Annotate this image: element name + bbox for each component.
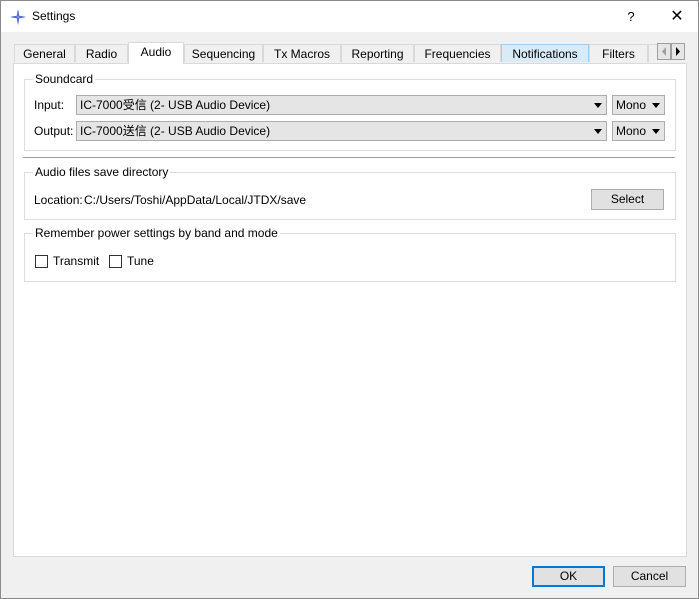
input-channel-select[interactable]: Mono <box>612 95 665 115</box>
help-button[interactable]: ? <box>618 1 644 32</box>
tab-audio[interactable]: Audio <box>128 42 184 64</box>
chevron-down-icon <box>652 103 660 108</box>
input-device-select[interactable]: IC-7000受信 (2- USB Audio Device) <box>76 95 607 115</box>
soundcard-group-title: Soundcard <box>33 72 96 86</box>
output-channel-select[interactable]: Mono <box>612 121 665 141</box>
app-icon <box>10 9 26 25</box>
input-device-value: IC-7000受信 (2- USB Audio Device) <box>80 98 271 112</box>
tab-bar: General Radio Audio Sequencing Tx Macros… <box>14 42 690 64</box>
tab-radio[interactable]: Radio <box>75 44 128 62</box>
transmit-label: Transmit <box>53 254 100 268</box>
location-value: C:/Users/Toshi/AppData/Local/JTDX/save <box>84 193 307 207</box>
save-directory-group-title: Audio files save directory <box>33 165 171 179</box>
tab-scroll-right-button[interactable] <box>671 43 685 60</box>
chevron-right-icon <box>676 47 680 56</box>
divider <box>23 157 675 159</box>
tab-notifications[interactable]: Notifications <box>501 44 589 62</box>
output-device-value: IC-7000送信 (2- USB Audio Device) <box>80 124 271 138</box>
tab-reporting[interactable]: Reporting <box>341 44 414 62</box>
chevron-left-icon <box>662 47 666 56</box>
title-bar: Settings ? ✕ <box>1 1 698 32</box>
transmit-checkbox[interactable] <box>35 255 48 268</box>
window-title: Settings <box>32 9 76 23</box>
location-label: Location: <box>34 193 83 207</box>
select-directory-button[interactable]: Select <box>591 189 664 210</box>
power-settings-group-title: Remember power settings by band and mode <box>33 226 280 240</box>
chevron-down-icon <box>594 103 602 108</box>
tab-scroll-left-button[interactable] <box>657 43 671 60</box>
tab-general[interactable]: General <box>14 44 75 62</box>
input-label: Input: <box>34 98 65 112</box>
output-label: Output: <box>34 124 74 138</box>
output-device-select[interactable]: IC-7000送信 (2- USB Audio Device) <box>76 121 607 141</box>
ok-button[interactable]: OK <box>532 566 605 587</box>
tune-checkbox[interactable] <box>109 255 122 268</box>
chevron-down-icon <box>652 129 660 134</box>
audio-tab-pane: Soundcard Input: IC-7000受信 (2- USB Audio… <box>13 63 687 557</box>
cancel-button[interactable]: Cancel <box>613 566 686 587</box>
close-button[interactable]: ✕ <box>657 1 697 32</box>
tab-sequencing[interactable]: Sequencing <box>184 44 263 62</box>
chevron-down-icon <box>594 129 602 134</box>
tab-tx-macros[interactable]: Tx Macros <box>263 44 341 62</box>
output-channel-value: Mono <box>616 124 647 138</box>
tab-frequencies[interactable]: Frequencies <box>414 44 501 62</box>
tab-filters[interactable]: Filters <box>589 44 648 62</box>
settings-window: Settings ? ✕ General Radio Audio Sequenc… <box>0 0 699 599</box>
input-channel-value: Mono <box>616 98 647 112</box>
tune-label: Tune <box>127 254 154 268</box>
